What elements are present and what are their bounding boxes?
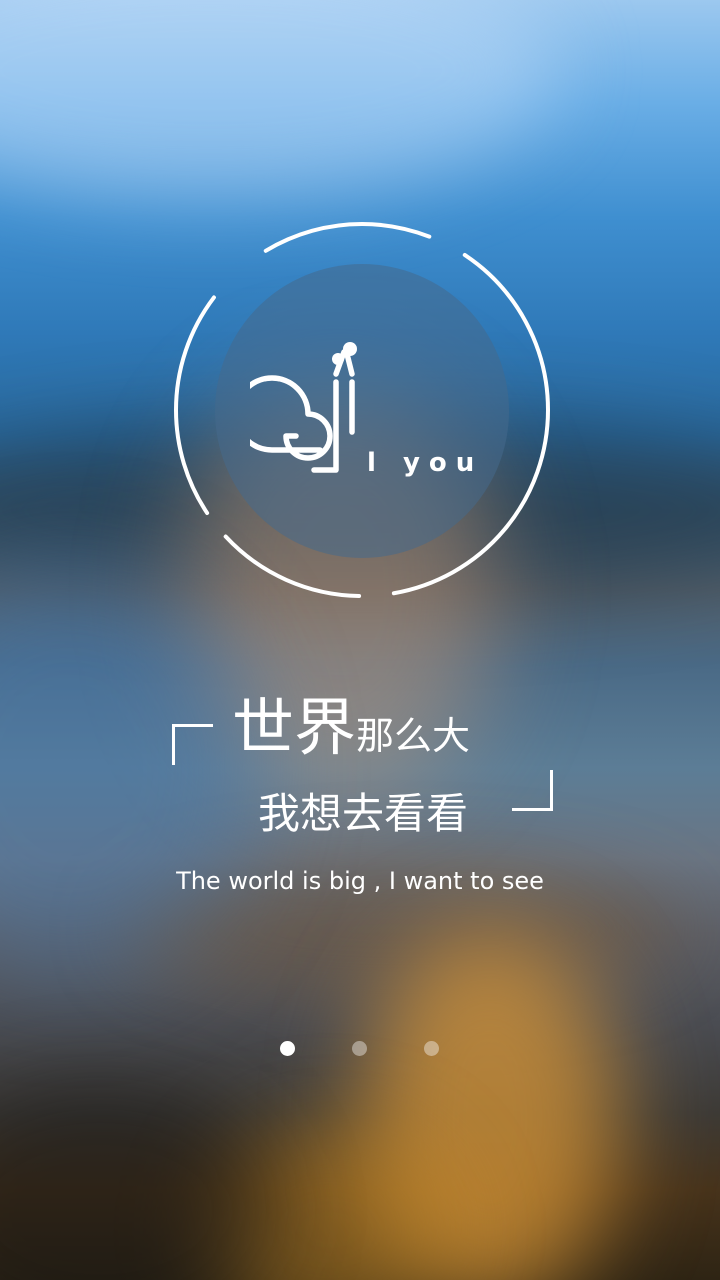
corner-bracket-top-left [172,724,213,765]
headline: 世界那么大 [232,688,470,784]
headline-small: 那么大 [356,714,471,758]
corner-bracket-bottom-right [512,770,553,811]
logo-wordmark: l you [367,448,484,478]
background-blur-shape [0,1080,280,1280]
page-dot-3[interactable] [424,1041,439,1056]
page-indicator [0,1038,720,1058]
page-dot-1-active[interactable] [280,1041,295,1056]
background-photo [0,0,720,1280]
background-blur-shape [0,0,560,200]
subheadline: 我想去看看 [258,789,469,838]
page-dot-2[interactable] [352,1041,367,1056]
headline-large: 世界 [232,691,357,764]
tagline: The world is big , I want to see [176,867,544,895]
